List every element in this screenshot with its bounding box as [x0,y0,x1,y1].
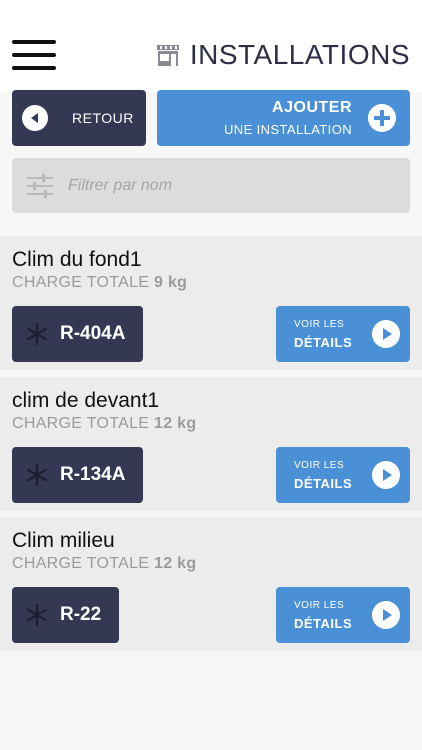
back-button[interactable]: RETOUR [12,90,146,146]
refrigerant-badge: R-404A [12,306,144,362]
details-line1: VOIR LES [294,460,345,471]
installation-name: Clim du fond1 [12,248,142,271]
details-line1: VOIR LES [294,319,345,330]
details-line2: DÉTAILS [294,476,353,491]
installation-name: clim de devant1 [12,389,160,412]
play-icon [372,461,400,489]
play-icon [372,601,400,629]
charge-value: 12 kg [154,415,197,432]
plus-icon [368,104,396,132]
add-button-line2: UNE INSTALLATION [224,122,352,137]
details-line2: DÉTAILS [294,335,353,350]
top-bar: INSTALLATIONS [0,22,422,92]
installations-screen: INSTALLATIONS RETOUR AJOUTER UNE INSTALL… [0,0,422,750]
page-title: INSTALLATIONS [189,39,410,70]
details-line1: VOIR LES [294,600,345,611]
status-bar [0,0,422,22]
charge-label: CHARGE TOTALE [12,555,150,572]
installation-name: Clim milieu [12,529,115,552]
charge-value: 12 kg [154,555,197,572]
snowflake-icon [27,464,47,486]
refrigerant-name: R-404A [60,323,126,344]
filter-bar [12,158,410,213]
details-button[interactable]: VOIR LES DÉTAILS [276,306,410,362]
add-installation-button[interactable]: AJOUTER UNE INSTALLATION [157,90,410,146]
charge-total: CHARGE TOTALE 12 kg [12,415,196,433]
details-button[interactable]: VOIR LES DÉTAILS [276,447,410,503]
refrigerant-name: R-134A [60,464,126,485]
details-line2: DÉTAILS [294,616,353,631]
back-arrow-icon [22,105,48,131]
filter-sliders-icon [27,173,53,198]
charge-total: CHARGE TOTALE 12 kg [12,555,196,573]
charge-total: CHARGE TOTALE 9 kg [12,274,187,292]
charge-label: CHARGE TOTALE [12,415,150,432]
details-button[interactable]: VOIR LES DÉTAILS [276,587,410,643]
charge-value: 9 kg [154,274,188,291]
back-button-label: RETOUR [72,110,134,126]
snowflake-icon [27,604,47,626]
refrigerant-badge: R-22 [12,587,120,643]
refrigerant-name: R-22 [60,604,102,625]
store-icon [156,45,179,66]
hamburger-menu-icon[interactable] [12,40,56,72]
snowflake-icon [27,323,47,345]
refrigerant-badge: R-134A [12,447,144,503]
charge-label: CHARGE TOTALE [12,274,150,291]
installation-card: clim de devant1 CHARGE TOTALE 12 kg R-13… [0,377,422,511]
add-button-line1: AJOUTER [272,99,352,116]
filter-name-input[interactable] [68,176,368,195]
play-icon [372,320,400,348]
installation-card: Clim du fond1 CHARGE TOTALE 9 kg R-404A … [0,236,422,370]
installation-card: Clim milieu CHARGE TOTALE 12 kg R-22 VOI… [0,517,422,651]
header-title-group: INSTALLATIONS [156,38,410,72]
